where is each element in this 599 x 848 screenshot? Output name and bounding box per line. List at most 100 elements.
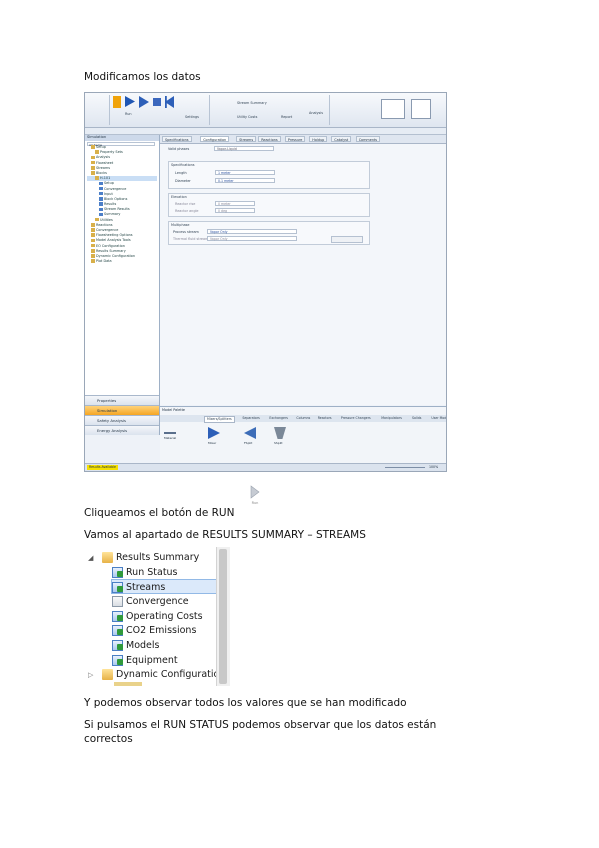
palette-tabs: Mixers/Splitters Separators Exchangers Colu…	[160, 415, 446, 423]
expand-arrow-icon[interactable]: ▷	[88, 671, 93, 679]
elevation-group: Elevation Reactor rise 0 meter Reactor a…	[168, 193, 370, 217]
ribbon-settings-label[interactable]: Settings	[185, 115, 199, 120]
nav-tree-item-label: Analysis	[96, 155, 110, 160]
aspen-screenshot: Run Settings Utility Costs Stream Summar…	[84, 92, 447, 472]
results-item-label: Operating Costs	[126, 610, 203, 622]
action-button[interactable]	[331, 236, 363, 243]
diameter-field[interactable]: 0.1 meter	[215, 178, 275, 183]
palette-tab[interactable]: Mixers/Splitters	[204, 416, 235, 423]
nav-tree-item-label: Summary	[104, 212, 121, 217]
tab-reactions[interactable]: Reactions	[258, 136, 281, 142]
process-stream-label: Process stream	[173, 230, 199, 234]
zoom-level: 100%	[429, 465, 439, 469]
results-item-label: Streams	[126, 581, 166, 593]
checkmark-icon	[117, 614, 123, 621]
form-check-icon	[112, 567, 123, 578]
observe-text: Y podemos observar todos los valores que…	[84, 697, 407, 709]
zoom-slider[interactable]	[385, 467, 425, 468]
thermal-stream-select[interactable]: Vapor Only	[207, 236, 297, 241]
palette-model-mixer[interactable]: Mixer	[208, 427, 226, 449]
tab-configuration[interactable]: Configuration	[200, 136, 230, 142]
palette-model-ssplit[interactable]: SSplit	[274, 427, 292, 449]
nav-tree-item-label: Flowsheet	[96, 160, 114, 165]
palette-tab[interactable]: Exchangers	[269, 416, 288, 421]
palette-tab[interactable]: Pressure Changers	[341, 416, 371, 421]
model-shape-icon	[274, 427, 286, 439]
rise-field[interactable]: 0 meter	[215, 201, 255, 206]
tab-specifications[interactable]: Specifications	[162, 136, 192, 142]
checkmark-icon	[117, 571, 123, 577]
ribbon-stop-button[interactable]	[153, 98, 161, 106]
folder-icon	[91, 145, 95, 149]
collapse-arrow-icon[interactable]: ◢	[88, 554, 93, 562]
valid-phases-select[interactable]: Vapor-Liquid	[214, 146, 274, 151]
nav-tree-item-label: Block Options	[104, 196, 128, 201]
nav-tree-item-label: Input	[104, 191, 113, 196]
thermal-stream-label: Thermal fluid stream	[173, 237, 209, 241]
palette-model-material[interactable]: Material	[164, 427, 182, 449]
heading-text: Modificamos los datos	[84, 71, 201, 83]
process-stream-select[interactable]: Vapor Only	[207, 229, 297, 234]
dynamic-configuration-node[interactable]: ▷ Dynamic Configuration	[88, 668, 225, 682]
tab-streams[interactable]: Streams	[236, 136, 257, 142]
palette-tab[interactable]: Separators	[242, 416, 259, 421]
model-palette: Model Palette Mixers/Splitters Separators…	[160, 406, 446, 463]
folder-icon	[91, 166, 95, 170]
palette-tab[interactable]: Columns	[296, 416, 310, 421]
form-check-icon	[112, 654, 123, 666]
nav-button-properties[interactable]: Properties	[85, 395, 159, 405]
play-icon	[250, 485, 260, 499]
truncated-folder-icon	[114, 682, 142, 686]
ribbon-step-button[interactable]	[139, 96, 149, 108]
angle-label: Reactor angle	[175, 209, 199, 213]
results-summary-label: Results Summary	[116, 552, 200, 563]
folder-icon	[91, 238, 95, 243]
quick-access-toolbar	[85, 128, 446, 135]
form-icon	[99, 207, 103, 211]
nav-button-energy[interactable]: Energy Analysis	[85, 425, 159, 435]
palette-model-fsplit[interactable]: FSplit	[244, 427, 262, 449]
ribbon-reset-button[interactable]	[165, 96, 174, 108]
nav-title: Simulation	[85, 135, 159, 141]
form-icon	[112, 596, 123, 608]
tab-catalyst[interactable]: Catalyst	[331, 136, 352, 142]
ribbon-icon-next	[113, 96, 121, 108]
specifications-group-title: Specifications	[171, 163, 195, 167]
nav-tree-item[interactable]: Plot Data	[87, 259, 157, 264]
tab-pressure[interactable]: Pressure	[284, 136, 306, 142]
folder-icon	[95, 150, 99, 154]
tab-holdup[interactable]: Holdup	[309, 136, 328, 142]
vertical-scrollbar[interactable]	[216, 547, 230, 686]
tab-comments[interactable]: Comments	[355, 136, 381, 142]
ribbon-plot2-icon[interactable]	[411, 99, 431, 119]
angle-field[interactable]: 0 deg	[215, 208, 255, 213]
ribbon-plot-icon[interactable]	[381, 99, 405, 119]
palette-model-label: Mixer	[208, 441, 217, 445]
run-instruction-text: Cliqueamos el botón de RUN	[84, 507, 235, 519]
nav-button-simulation[interactable]: Simulation	[85, 405, 159, 415]
palette-tab[interactable]: User Models	[431, 416, 446, 421]
folder-icon	[91, 160, 95, 165]
model-shape-icon	[164, 432, 176, 434]
folder-icon	[95, 176, 99, 180]
length-field[interactable]: 1 meter	[215, 170, 275, 175]
palette-tab[interactable]: Reactors	[318, 416, 332, 421]
folder-icon	[102, 669, 113, 680]
ribbon-run-button[interactable]	[125, 96, 135, 107]
ribbon-utility-costs-label[interactable]: Utility Costs	[237, 115, 257, 120]
nav-tree-item-label: Results	[104, 202, 117, 207]
results-item-label: Convergence	[126, 596, 189, 608]
ribbon-report-label[interactable]: Report	[281, 115, 292, 120]
palette-tab[interactable]: Solids	[412, 416, 421, 421]
nav-button-safety[interactable]: Safety Analysis	[85, 415, 159, 425]
form-check-icon	[112, 625, 123, 637]
ribbon-stream-summary-label[interactable]: Stream Summary	[237, 101, 267, 106]
folder-icon	[91, 233, 95, 237]
ribbon-analysis-label[interactable]: Analysis	[309, 111, 323, 116]
form-icon	[99, 181, 103, 186]
folder-check-icon	[102, 552, 113, 563]
results-summary-node[interactable]: ◢ Results Summary	[88, 551, 199, 565]
scroll-thumb[interactable]	[219, 549, 227, 684]
run-button-icon: Run	[248, 483, 262, 509]
palette-tab[interactable]: Manipulators	[381, 416, 402, 421]
